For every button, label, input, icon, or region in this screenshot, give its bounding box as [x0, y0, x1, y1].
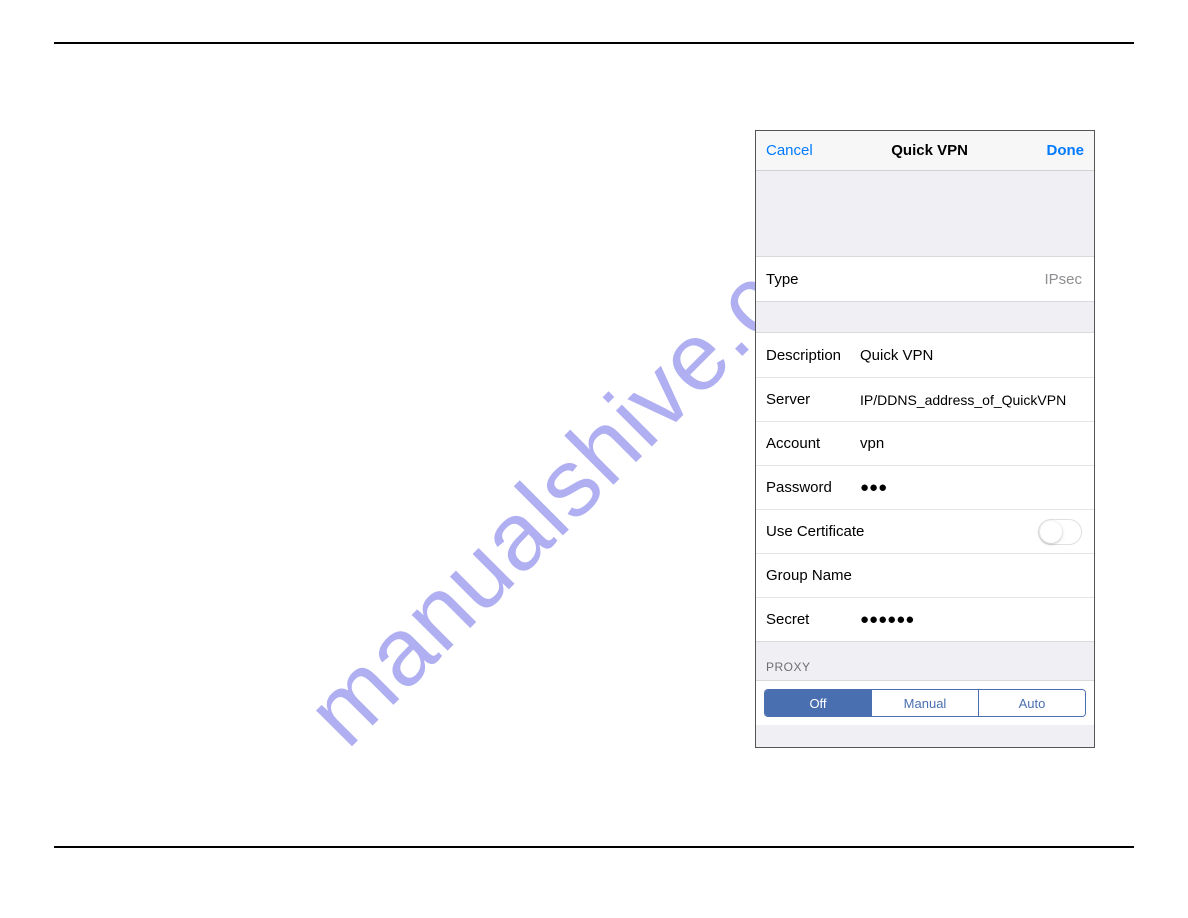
- password-row[interactable]: Password ●●●: [756, 465, 1094, 509]
- proxy-option-auto[interactable]: Auto: [978, 690, 1085, 716]
- account-value[interactable]: vpn: [860, 435, 1082, 452]
- spacer: [756, 302, 1094, 332]
- use-certificate-label: Use Certificate: [766, 523, 864, 540]
- proxy-option-manual[interactable]: Manual: [871, 690, 978, 716]
- done-button[interactable]: Done: [1047, 142, 1085, 159]
- divider-bottom: [54, 846, 1134, 848]
- secret-value[interactable]: ●●●●●●: [860, 611, 1082, 628]
- proxy-header: PROXY: [756, 642, 1094, 680]
- navbar-title: Quick VPN: [891, 142, 968, 159]
- description-label: Description: [766, 347, 860, 364]
- type-label: Type: [766, 271, 860, 288]
- use-certificate-row[interactable]: Use Certificate: [756, 509, 1094, 553]
- account-row[interactable]: Account vpn: [756, 421, 1094, 465]
- proxy-option-off[interactable]: Off: [765, 690, 871, 716]
- type-section: Type IPsec: [756, 256, 1094, 302]
- server-value[interactable]: IP/DDNS_address_of_QuickVPN: [860, 392, 1082, 408]
- config-section: Description Quick VPN Server IP/DDNS_add…: [756, 332, 1094, 642]
- password-label: Password: [766, 479, 860, 496]
- cancel-button[interactable]: Cancel: [766, 142, 813, 159]
- description-row[interactable]: Description Quick VPN: [756, 333, 1094, 377]
- server-row[interactable]: Server IP/DDNS_address_of_QuickVPN: [756, 377, 1094, 421]
- account-label: Account: [766, 435, 860, 452]
- type-value: IPsec: [1044, 271, 1082, 288]
- description-value[interactable]: Quick VPN: [860, 347, 1082, 364]
- use-certificate-toggle[interactable]: [1038, 519, 1082, 545]
- server-label: Server: [766, 391, 860, 408]
- group-name-row[interactable]: Group Name: [756, 553, 1094, 597]
- proxy-segment-wrap: Off Manual Auto: [756, 680, 1094, 725]
- manual-page: manualshive.com Cancel Quick VPN Done Ty…: [0, 0, 1188, 918]
- secret-row[interactable]: Secret ●●●●●●: [756, 597, 1094, 641]
- type-row[interactable]: Type IPsec: [756, 257, 1094, 301]
- navbar: Cancel Quick VPN Done: [756, 131, 1094, 171]
- password-value[interactable]: ●●●: [860, 479, 1082, 496]
- spacer: [756, 171, 1094, 256]
- proxy-segmented-control[interactable]: Off Manual Auto: [764, 689, 1086, 717]
- divider-top: [54, 42, 1134, 44]
- secret-label: Secret: [766, 611, 860, 628]
- group-name-label: Group Name: [766, 567, 852, 584]
- ios-settings-panel: Cancel Quick VPN Done Type IPsec Descrip…: [755, 130, 1095, 748]
